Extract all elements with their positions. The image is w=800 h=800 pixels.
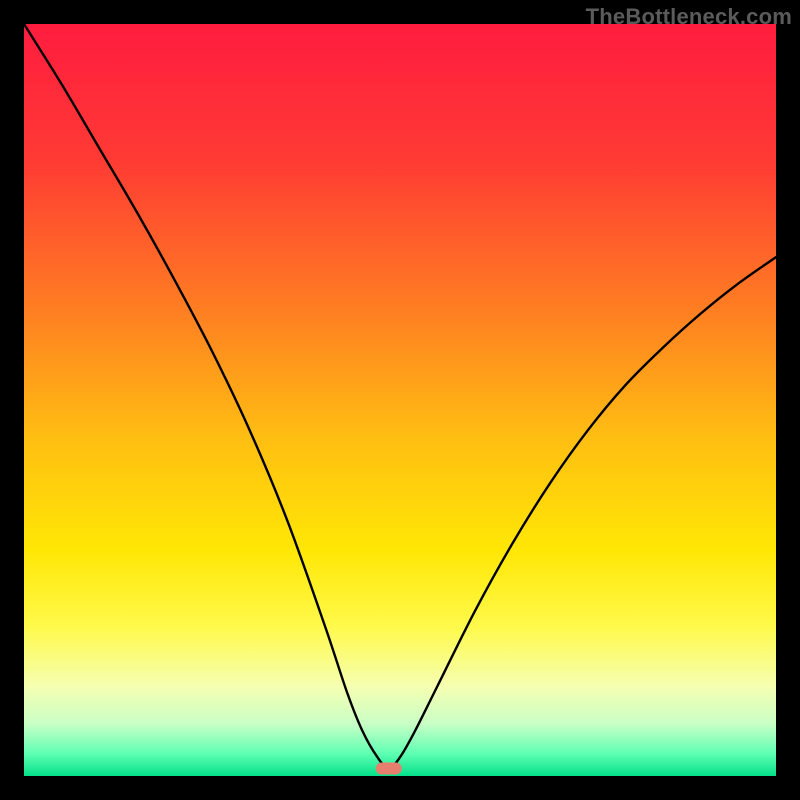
chart-stage: TheBottleneck.com — [0, 0, 800, 800]
plot-area — [24, 24, 776, 776]
gradient-background — [24, 24, 776, 776]
bottleneck-marker — [376, 762, 402, 774]
bottleneck-chart — [24, 24, 776, 776]
